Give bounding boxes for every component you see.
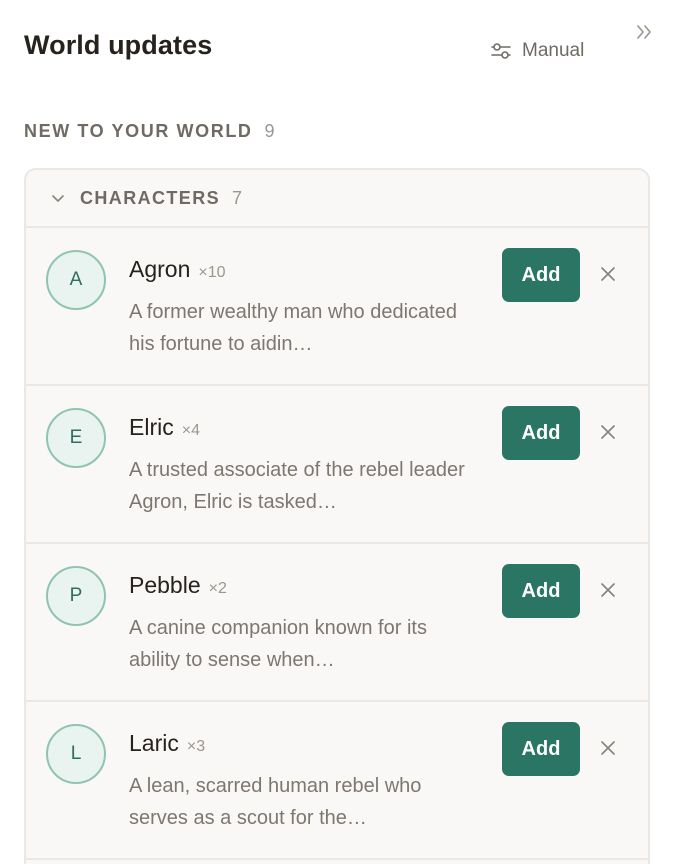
avatar: L: [46, 724, 106, 784]
close-icon: [601, 583, 615, 597]
dismiss-button[interactable]: [596, 262, 620, 286]
characters-group-toggle[interactable]: CHARACTERS 7: [26, 170, 648, 228]
manual-label: Manual: [522, 40, 585, 61]
add-button[interactable]: Add: [502, 406, 580, 460]
character-name: Pebble: [129, 572, 201, 598]
character-description: A canine companion known for its ability…: [129, 617, 427, 671]
name-row: Pebble ×2: [129, 572, 227, 599]
character-description: A trusted associate of the rebel leader …: [129, 459, 465, 513]
close-icon: [601, 267, 615, 281]
mention-count: ×4: [181, 422, 200, 439]
manual-button[interactable]: Manual: [490, 36, 584, 66]
character-name: Elric: [129, 414, 174, 440]
character-description: A lean, scarred human rebel who serves a…: [129, 775, 422, 829]
group-title: CHARACTERS: [80, 187, 220, 208]
chevron-down-icon: [52, 195, 64, 202]
mention-count: ×3: [186, 738, 206, 755]
dismiss-button[interactable]: [596, 578, 620, 602]
list-item: E Elric ×4 A trusted associate of the re…: [26, 386, 648, 544]
sliders-icon: [491, 43, 511, 59]
character-description: A former wealthy man who dedicated his f…: [129, 301, 457, 355]
list-item: A Agron ×10 A former wealthy man who ded…: [26, 228, 648, 386]
section-count: 9: [264, 121, 275, 141]
section-heading-label: NEW TO YOUR WORLD: [24, 121, 253, 141]
avatar: P: [46, 566, 106, 626]
dismiss-button[interactable]: [596, 736, 620, 760]
group-label: CHARACTERS 7: [80, 188, 242, 209]
dismiss-button[interactable]: [596, 420, 620, 444]
character-name: Laric: [129, 730, 179, 756]
chevrons-right-icon: [637, 25, 651, 39]
close-icon: [601, 425, 615, 439]
page-title: World updates: [24, 30, 213, 60]
add-button[interactable]: Add: [502, 564, 580, 618]
characters-group: CHARACTERS 7 A Agron ×10 A former wealth…: [24, 168, 650, 864]
add-button[interactable]: Add: [502, 722, 580, 776]
name-row: Laric ×3: [129, 730, 205, 757]
collapse-panel-button[interactable]: [632, 20, 656, 44]
section-heading: NEW TO YOUR WORLD 9: [24, 121, 275, 142]
close-icon: [601, 741, 615, 755]
mention-count: ×10: [198, 264, 226, 281]
name-row: Agron ×10: [129, 256, 226, 283]
list-item: L Laric ×3 A lean, scarred human rebel w…: [26, 702, 648, 860]
avatar: E: [46, 408, 106, 468]
add-button[interactable]: Add: [502, 248, 580, 302]
world-updates-panel: World updates Manual NEW TO YOUR WORLD 9…: [0, 0, 676, 864]
character-name: Agron: [129, 256, 191, 282]
name-row: Elric ×4: [129, 414, 200, 441]
group-count: 7: [232, 187, 243, 208]
list-item: P Pebble ×2 A canine companion known for…: [26, 544, 648, 702]
mention-count: ×2: [208, 580, 227, 597]
avatar: A: [46, 250, 106, 310]
